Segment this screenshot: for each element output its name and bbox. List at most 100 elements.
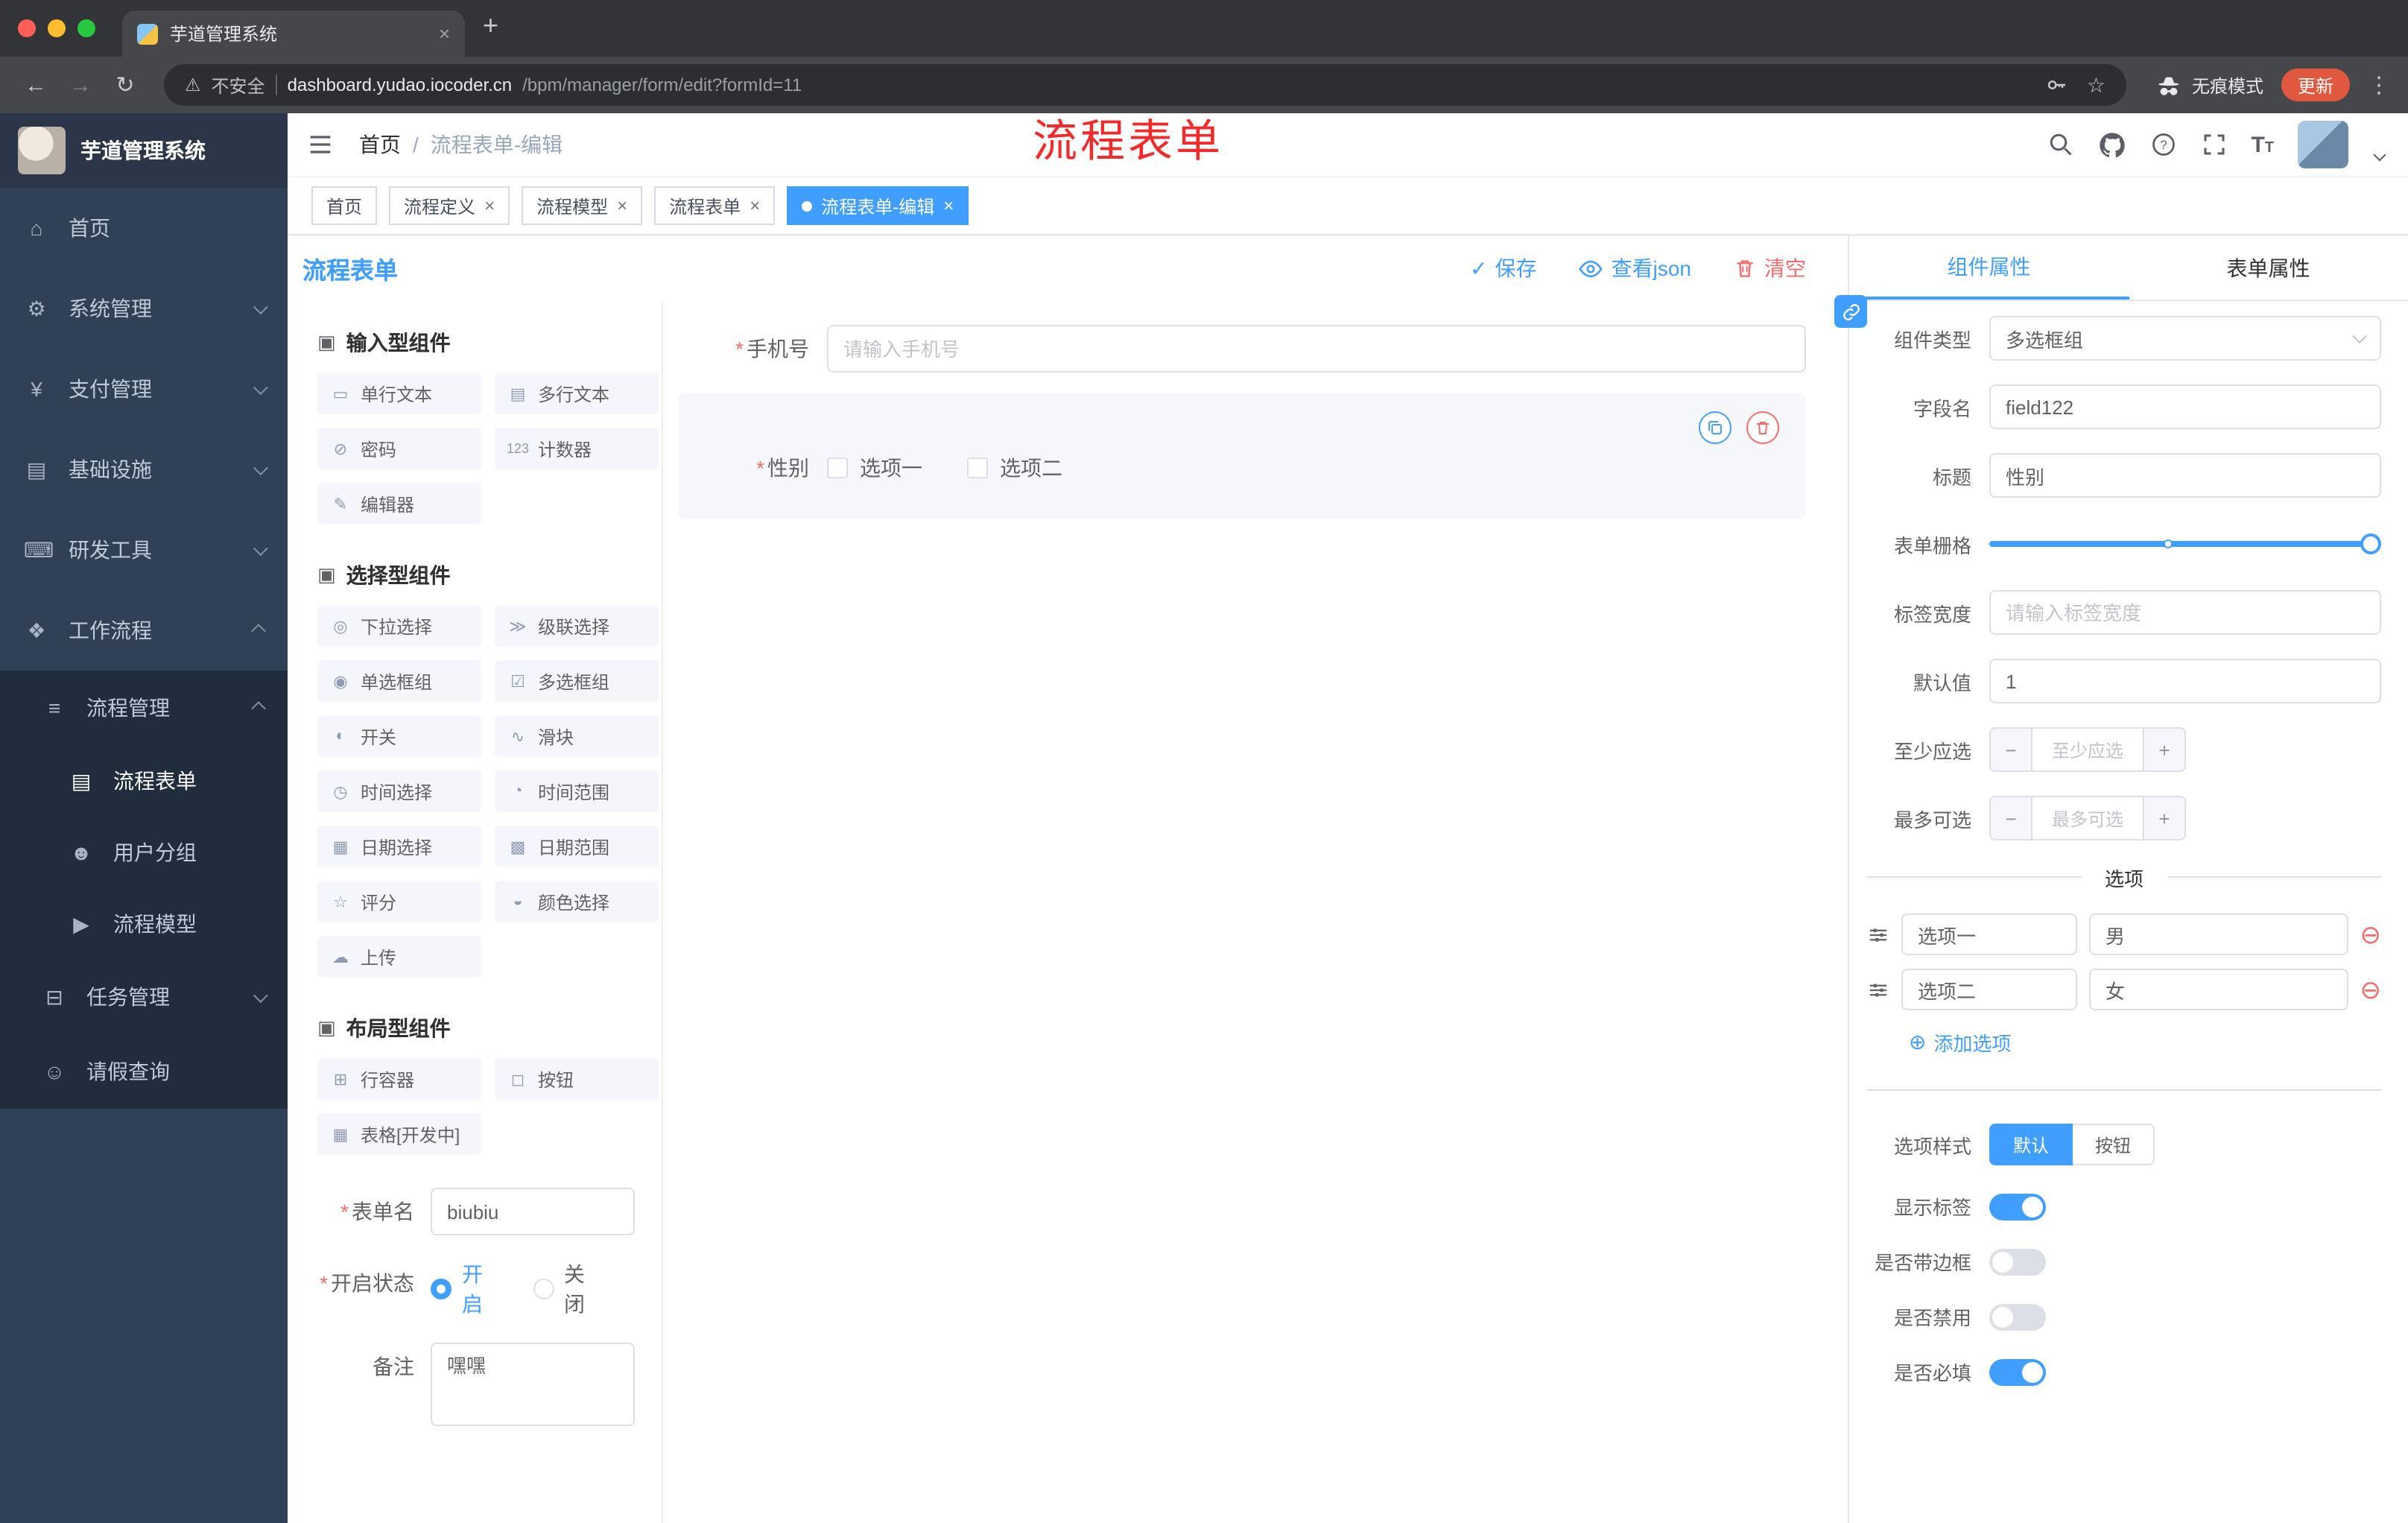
tag-home[interactable]: 首页	[311, 186, 378, 225]
max-select-stepper[interactable]: − 最多可选 +	[1989, 796, 2186, 840]
browser-menu-button[interactable]: ⋮	[2368, 72, 2390, 98]
field-name-input[interactable]	[1989, 384, 2381, 429]
option-style-button-button[interactable]: 按钮	[2073, 1124, 2155, 1165]
reload-button[interactable]: ↻	[107, 72, 143, 98]
tag-process-form[interactable]: 流程表单 ×	[654, 186, 776, 225]
component-time-range[interactable]: ◔ 时间范围	[495, 770, 659, 812]
title-input[interactable]	[1989, 453, 2381, 498]
breadcrumb-home[interactable]: 首页	[359, 130, 401, 159]
component-table-wip[interactable]: ▦ 表格[开发中]	[317, 1113, 481, 1155]
component-rate[interactable]: ☆ 评分	[317, 881, 481, 922]
sidebar-item-dev-tools[interactable]: ⌨ 研发工具	[0, 510, 288, 590]
remove-option-icon[interactable]: ⊖	[2360, 977, 2382, 1002]
option-2-label-input[interactable]	[1901, 969, 2077, 1010]
forward-button[interactable]: →	[63, 72, 98, 98]
help-icon[interactable]: ?	[2149, 131, 2176, 158]
component-slider[interactable]: ∿ 滑块	[495, 715, 659, 757]
design-canvas[interactable]: * 手机号 请输入手机号 * 性别 选项一 选项二	[663, 301, 1848, 1523]
password-key-icon[interactable]	[2045, 73, 2069, 97]
sidebar-item-user-group[interactable]: ☻ 用户分组	[0, 817, 288, 888]
disabled-switch[interactable]	[1989, 1303, 2046, 1330]
component-switch[interactable]: ◐ 开关	[317, 715, 481, 757]
form-name-input[interactable]	[431, 1188, 635, 1235]
field-phone[interactable]: * 手机号	[678, 325, 1806, 373]
label-width-input[interactable]	[1989, 590, 2381, 635]
copy-field-button[interactable]	[1699, 411, 1731, 444]
plus-button[interactable]: +	[2143, 797, 2184, 839]
sidebar-item-process-model[interactable]: ▶ 流程模型	[0, 888, 288, 960]
status-radio-on[interactable]: 开启	[431, 1259, 500, 1319]
option-2-value-input[interactable]	[2089, 969, 2348, 1010]
browser-tab[interactable]: 芋道管理系统 ×	[122, 10, 465, 57]
status-radio-off[interactable]: 关闭	[533, 1259, 602, 1319]
close-icon[interactable]: ×	[750, 195, 760, 216]
option-1-value-input[interactable]	[2089, 914, 2348, 955]
tag-process-definition[interactable]: 流程定义 ×	[389, 186, 510, 225]
sidebar-item-leave-query[interactable]: ☺ 请假查询	[0, 1034, 288, 1109]
drag-handle-icon[interactable]	[1867, 978, 1889, 1001]
field-gender-selected[interactable]: * 性别 选项一 选项二	[678, 393, 1806, 519]
search-icon[interactable]	[2047, 131, 2073, 158]
with-border-switch[interactable]	[1989, 1248, 2046, 1275]
drag-handle-icon[interactable]	[1867, 923, 1889, 946]
sidebar-item-infrastructure[interactable]: ▤ 基础设施	[0, 429, 288, 510]
avatar[interactable]	[2298, 121, 2348, 168]
show-label-switch[interactable]	[1989, 1193, 2046, 1220]
component-row-container[interactable]: ⊞ 行容器	[317, 1058, 481, 1100]
min-select-stepper[interactable]: − 至少应选 +	[1989, 727, 2186, 772]
minus-button[interactable]: −	[1991, 729, 2032, 770]
minimize-window-button[interactable]	[48, 19, 66, 37]
new-tab-button[interactable]: +	[483, 10, 498, 41]
minus-button[interactable]: −	[1991, 797, 2032, 839]
sidebar-item-home[interactable]: ⌂ 首页	[0, 188, 288, 268]
font-size-icon[interactable]: TT	[2251, 132, 2274, 157]
sidebar-item-payment-mgmt[interactable]: ¥ 支付管理	[0, 349, 288, 429]
tab-form-props[interactable]: 表单属性	[2129, 235, 2408, 300]
hamburger-icon[interactable]	[305, 130, 335, 159]
grid-slider[interactable]	[1989, 533, 2381, 554]
browser-update-button[interactable]: 更新	[2281, 69, 2350, 101]
tag-process-form-edit[interactable]: 流程表单-编辑 ×	[787, 186, 969, 225]
close-window-button[interactable]	[18, 19, 36, 37]
sidebar-item-process-form[interactable]: ▤ 流程表单	[0, 745, 288, 817]
tag-process-model[interactable]: 流程模型 ×	[522, 186, 643, 225]
component-dropdown[interactable]: ◎ 下拉选择	[317, 605, 481, 647]
option-1-label-input[interactable]	[1901, 914, 2077, 955]
plus-button[interactable]: +	[2143, 729, 2184, 770]
slider-handle[interactable]	[2360, 533, 2381, 554]
component-single-line-text[interactable]: ▭ 单行文本	[317, 373, 481, 414]
form-remark-textarea[interactable]: 嘿嘿	[431, 1343, 635, 1426]
phone-input[interactable]	[827, 325, 1806, 373]
view-json-button[interactable]: 查看json	[1579, 253, 1691, 283]
component-password[interactable]: ⊘ 密码	[317, 428, 481, 469]
component-date-range[interactable]: ▩ 日期范围	[495, 826, 659, 867]
zoom-window-button[interactable]	[77, 19, 95, 37]
component-radio-group[interactable]: ◉ 单选框组	[317, 660, 481, 702]
component-upload[interactable]: ☁ 上传	[317, 936, 481, 978]
save-button[interactable]: ✓ 保存	[1470, 253, 1536, 283]
component-date-picker[interactable]: ▦ 日期选择	[317, 826, 481, 867]
close-icon[interactable]: ×	[943, 195, 954, 216]
component-button[interactable]: ◻ 按钮	[495, 1058, 659, 1100]
component-counter[interactable]: 123 计数器	[495, 428, 659, 469]
sidebar-item-workflow[interactable]: ❖ 工作流程	[0, 590, 288, 671]
required-switch[interactable]	[1989, 1358, 2046, 1385]
add-option-button[interactable]: ⊕ 添加选项	[1909, 1028, 2381, 1057]
doc-link-icon[interactable]	[1834, 295, 1867, 328]
github-icon[interactable]	[2097, 130, 2126, 159]
close-icon[interactable]: ×	[484, 195, 495, 216]
component-cascader[interactable]: ≫ 级联选择	[495, 605, 659, 647]
tab-close-icon[interactable]: ×	[439, 22, 450, 45]
component-time-picker[interactable]: ◷ 时间选择	[317, 770, 481, 812]
component-checkbox-group[interactable]: ☑ 多选框组	[495, 660, 659, 702]
gender-option-2-checkbox[interactable]: 选项二	[967, 453, 1062, 483]
default-value-input[interactable]	[1989, 659, 2381, 703]
tab-component-props[interactable]: 组件属性	[1849, 235, 2129, 300]
close-icon[interactable]: ×	[617, 195, 627, 216]
address-bar[interactable]: ⚠ 不安全 dashboard.yudao.iocoder.cn /bpm/ma…	[164, 64, 2126, 106]
component-editor[interactable]: ✎ 编辑器	[317, 483, 481, 525]
component-type-select[interactable]	[1989, 316, 2381, 361]
fullscreen-icon[interactable]	[2200, 131, 2227, 158]
component-multi-line-text[interactable]: ▤ 多行文本	[495, 373, 659, 414]
sidebar-item-system-mgmt[interactable]: ⚙ 系统管理	[0, 268, 288, 349]
